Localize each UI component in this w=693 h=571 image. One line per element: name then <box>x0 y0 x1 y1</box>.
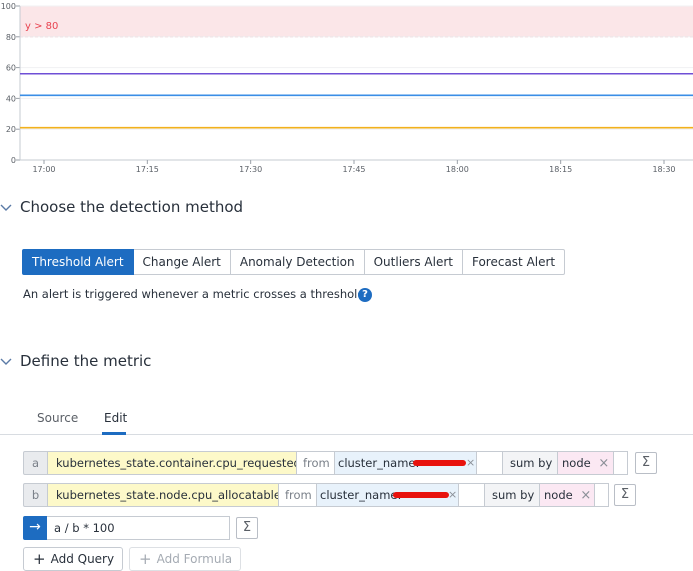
group-input[interactable] <box>613 451 628 475</box>
plus-icon: + <box>139 550 152 568</box>
group-tag[interactable]: node × <box>539 483 595 507</box>
x-tick-label: 17:00 <box>32 165 55 174</box>
from-label: from <box>278 483 317 507</box>
x-tick-label: 17:30 <box>239 165 262 174</box>
metric-section-header[interactable]: Define the metric <box>0 352 151 370</box>
metric-name-field[interactable]: kubernetes_state.container.cpu_requested <box>47 451 297 475</box>
metric-chart: y > 80 0 20 40 60 80 100 17:00 17:15 17:30 17:45 18… <box>1 2 693 174</box>
metric-tabs: Source Edit <box>0 405 693 435</box>
metric-title: Define the metric <box>20 352 152 370</box>
close-icon[interactable]: × <box>598 456 609 471</box>
redaction-mark <box>393 492 449 498</box>
y-tick-label: 20 <box>6 125 16 134</box>
redaction-mark <box>413 460 466 466</box>
filter-input[interactable] <box>476 451 503 475</box>
detection-method-tabs: Threshold Alert Change Alert Anomaly Det… <box>22 249 566 275</box>
group-input[interactable] <box>594 483 609 507</box>
detection-section-header[interactable]: Choose the detection method <box>0 198 243 216</box>
y-tick-label: 40 <box>6 94 16 103</box>
add-formula-label: Add Formula <box>156 552 233 566</box>
filter-tag-label: cluster_name: <box>338 456 420 470</box>
close-icon[interactable]: × <box>466 452 475 474</box>
from-label: from <box>296 451 335 475</box>
y-tick-label: 0 <box>11 156 16 165</box>
threshold-band <box>20 6 693 37</box>
close-icon[interactable]: × <box>448 484 457 506</box>
arrow-right-icon: → <box>23 516 47 540</box>
chevron-down-icon <box>0 204 12 211</box>
tab-outliers-alert[interactable]: Outliers Alert <box>364 249 463 275</box>
threshold-label: y > 80 <box>25 21 58 32</box>
y-tick-label: 60 <box>6 64 16 73</box>
query-letter[interactable]: b <box>23 483 48 507</box>
sigma-function-button[interactable]: Σ <box>614 484 636 506</box>
tab-source[interactable]: Source <box>37 411 78 425</box>
group-tag-label: node <box>544 488 573 502</box>
tab-forecast-alert[interactable]: Forecast Alert <box>462 249 566 275</box>
x-tick-label: 18:15 <box>549 165 572 174</box>
aggregator-select[interactable]: sum by <box>502 451 558 475</box>
x-tick-label: 17:45 <box>342 165 365 174</box>
tab-edit[interactable]: Edit <box>104 411 127 425</box>
x-tick-label: 17:15 <box>136 165 159 174</box>
filter-tag-label: cluster_name: <box>320 488 402 502</box>
tab-anomaly-detection[interactable]: Anomaly Detection <box>230 249 365 275</box>
sigma-function-button[interactable]: Σ <box>635 452 657 474</box>
y-tick-label: 100 <box>1 2 16 11</box>
y-tick-label: 80 <box>6 33 16 42</box>
detection-title: Choose the detection method <box>20 198 244 216</box>
sigma-function-button[interactable]: Σ <box>236 517 258 539</box>
add-formula-button[interactable]: + Add Formula <box>129 547 242 571</box>
plus-icon: + <box>33 550 46 568</box>
add-query-button[interactable]: + Add Query <box>23 547 124 571</box>
group-tag[interactable]: node × <box>557 451 614 475</box>
formula-input[interactable]: a / b * 100 <box>47 516 230 540</box>
close-icon[interactable]: × <box>580 488 591 503</box>
active-tab-indicator <box>102 432 126 435</box>
metric-name-field[interactable]: kubernetes_state.node.cpu_allocatable <box>47 483 279 507</box>
x-tick-label: 18:00 <box>446 165 469 174</box>
tab-change-alert[interactable]: Change Alert <box>133 249 231 275</box>
filter-input[interactable] <box>458 483 485 507</box>
chevron-down-icon <box>0 358 12 365</box>
query-letter[interactable]: a <box>23 451 48 475</box>
detection-description: An alert is triggered whenever a metric … <box>23 287 369 301</box>
question-icon[interactable]: ? <box>358 288 372 302</box>
x-tick-label: 18:30 <box>652 165 675 174</box>
tab-threshold-alert[interactable]: Threshold Alert <box>22 249 134 275</box>
aggregator-select[interactable]: sum by <box>484 483 540 507</box>
group-tag-label: node <box>562 456 591 470</box>
add-query-label: Add Query <box>50 552 115 566</box>
